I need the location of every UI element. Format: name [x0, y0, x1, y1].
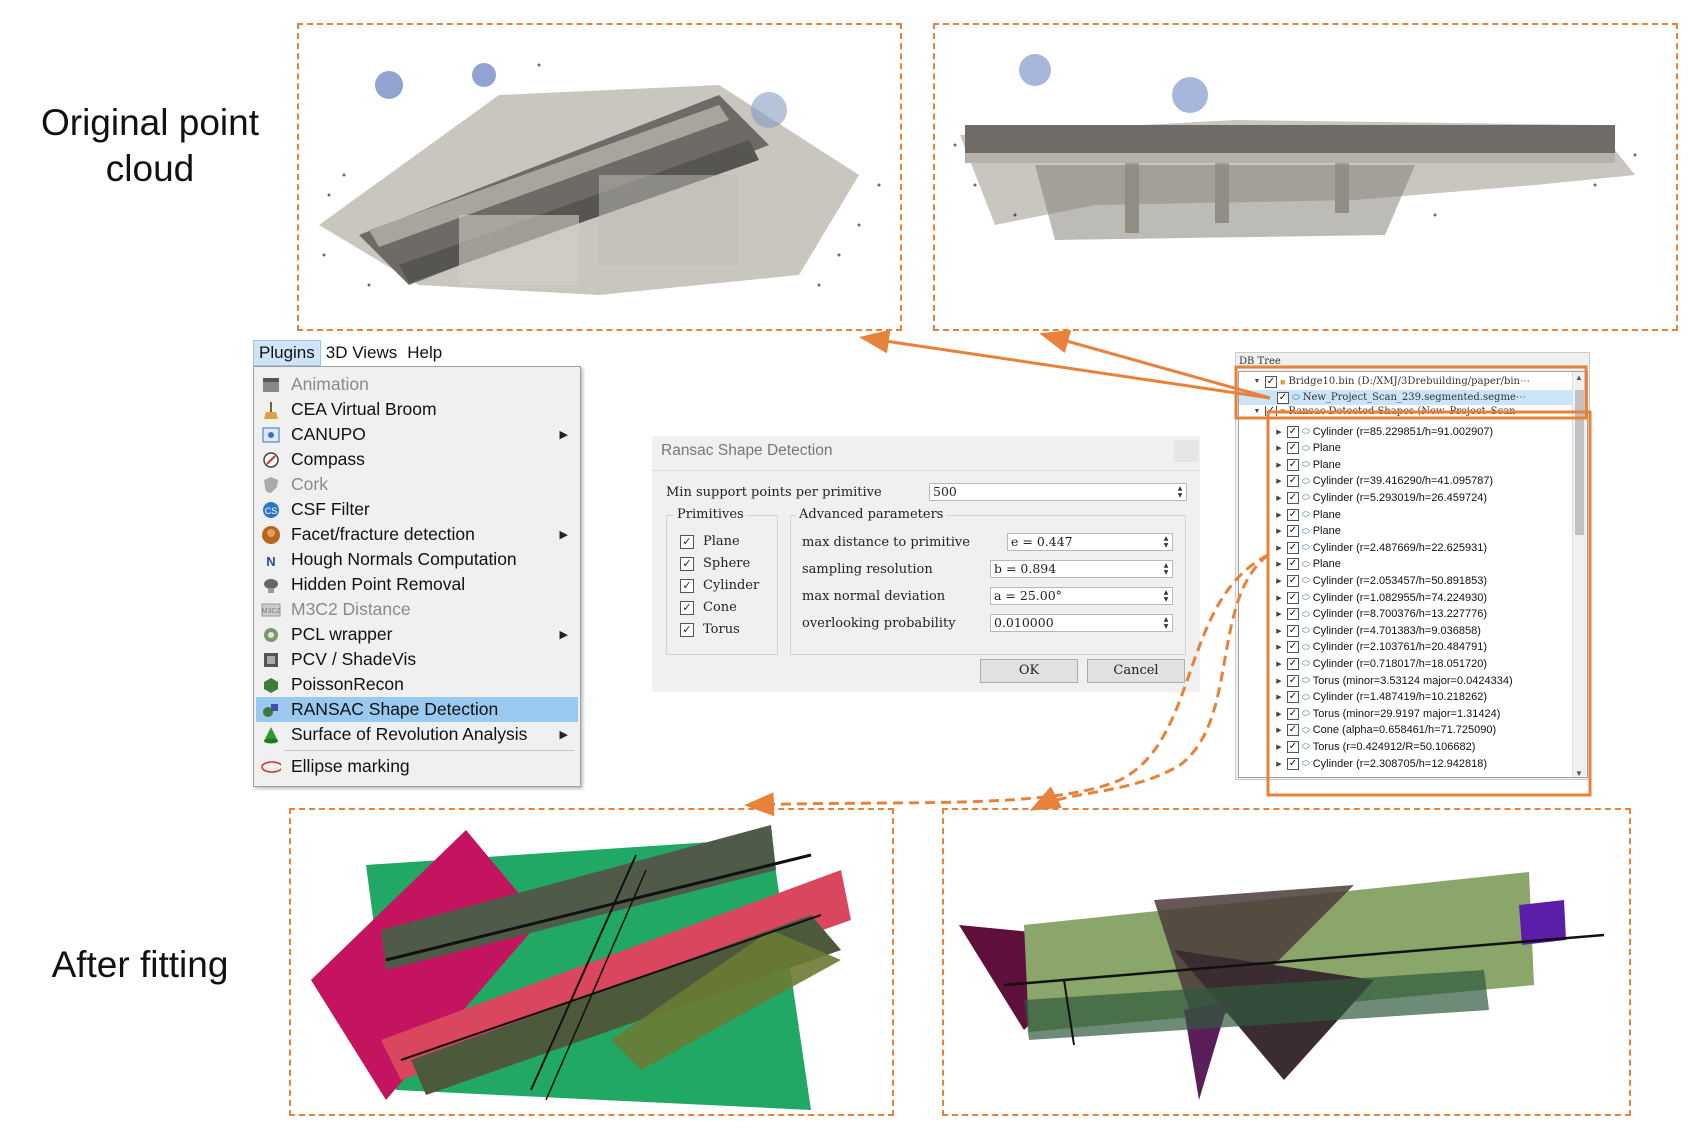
shapes-highlight-box [1266, 410, 1592, 797]
annotation-overlay [744, 329, 1592, 817]
arrow-to-fitted-top-view [744, 553, 1269, 817]
cloud-highlight-box [1234, 365, 1588, 420]
arrow-to-fitted-side-view [1029, 553, 1269, 811]
arrow-to-top-view [859, 329, 1271, 400]
